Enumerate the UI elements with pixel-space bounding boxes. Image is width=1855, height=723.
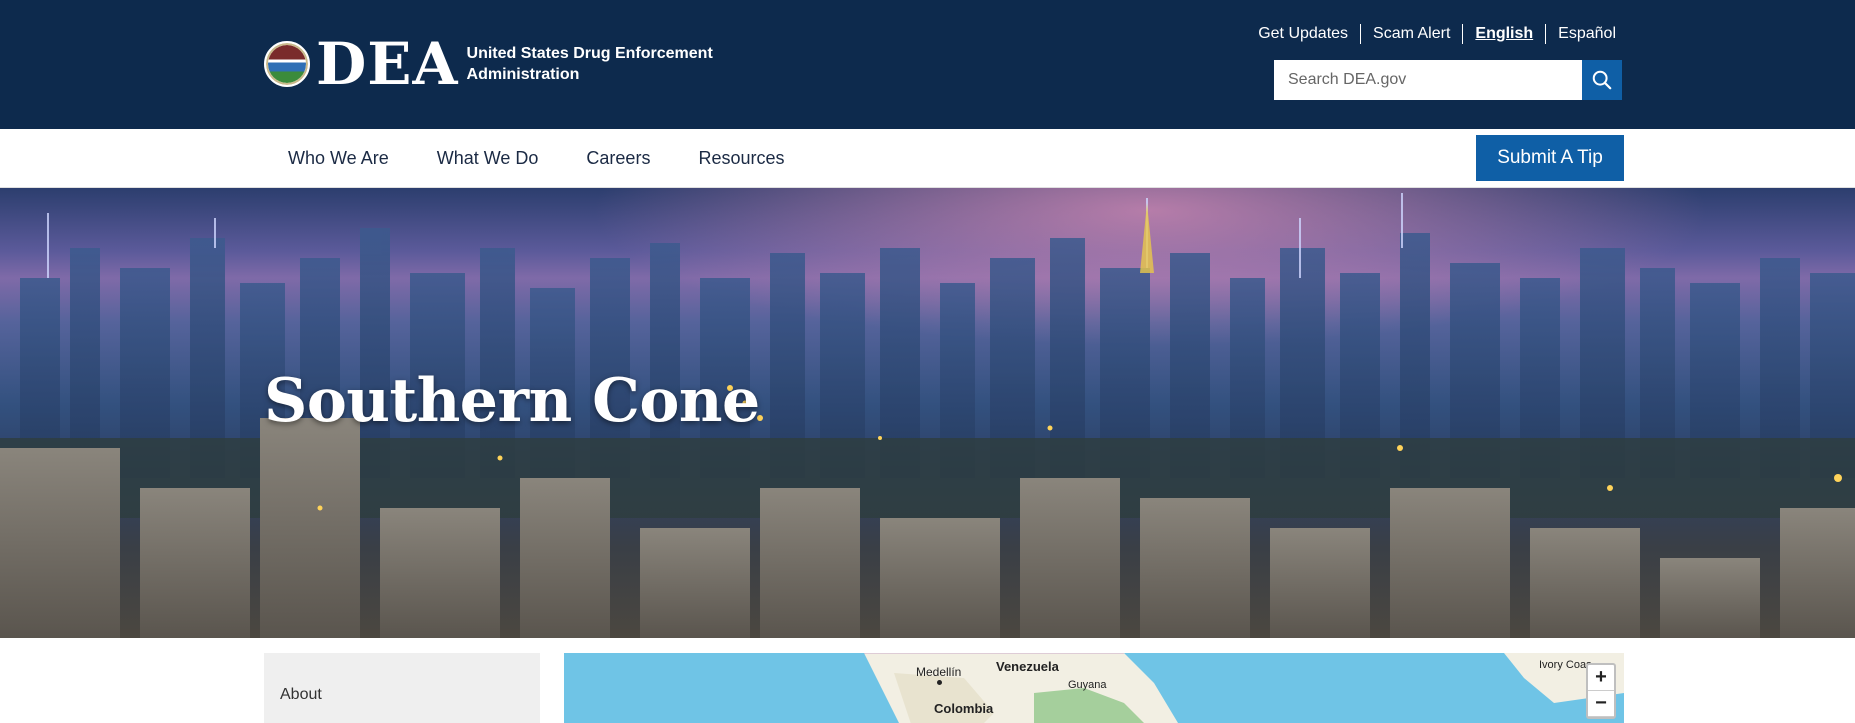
map-label-venezuela: Venezuela (996, 659, 1059, 674)
zoom-in-button[interactable]: + (1588, 665, 1614, 691)
map-label-medellin: Medellín (916, 665, 962, 679)
region-map[interactable]: Medellín Venezuela Guyana Colombia Ivory… (564, 653, 1624, 723)
map-label-ivory-coast: Ivory Coas (1539, 659, 1592, 671)
language-espanol-link[interactable]: Español (1546, 24, 1624, 44)
utility-links: Get Updates Scam Alert English Español (1246, 24, 1624, 44)
search-button[interactable] (1582, 60, 1622, 100)
nav-item-who-we-are[interactable]: Who We Are (264, 148, 413, 169)
hero-banner: Southern Cone (0, 188, 1855, 638)
dea-seal-icon (264, 41, 310, 87)
sidebar-menu: About (264, 653, 540, 723)
dea-logo-link[interactable]: DEA United States Drug Enforcement Admin… (264, 30, 717, 98)
map-label-guyana: Guyana (1068, 679, 1107, 691)
language-english-link[interactable]: English (1463, 24, 1547, 44)
scam-alert-link[interactable]: Scam Alert (1361, 24, 1464, 44)
search-form (1274, 60, 1622, 100)
site-header: DEA United States Drug Enforcement Admin… (0, 0, 1855, 129)
search-input[interactable] (1274, 60, 1582, 100)
zoom-out-button[interactable]: − (1588, 691, 1614, 717)
map-zoom-control: + − (1586, 663, 1616, 719)
nav-item-what-we-do[interactable]: What We Do (413, 148, 563, 169)
map-city-dot (937, 680, 942, 685)
search-icon (1592, 70, 1612, 90)
submit-tip-button[interactable]: Submit A Tip (1476, 135, 1624, 181)
sidebar-item-about[interactable]: About (280, 686, 322, 704)
logo-text: DEA (316, 30, 459, 98)
get-updates-link[interactable]: Get Updates (1246, 24, 1362, 44)
map-label-colombia: Colombia (934, 701, 994, 716)
page-title: Southern Cone (264, 366, 760, 436)
nav-item-careers[interactable]: Careers (562, 148, 674, 169)
nav-item-resources[interactable]: Resources (674, 148, 808, 169)
agency-name: United States Drug Enforcement Administr… (466, 45, 713, 83)
